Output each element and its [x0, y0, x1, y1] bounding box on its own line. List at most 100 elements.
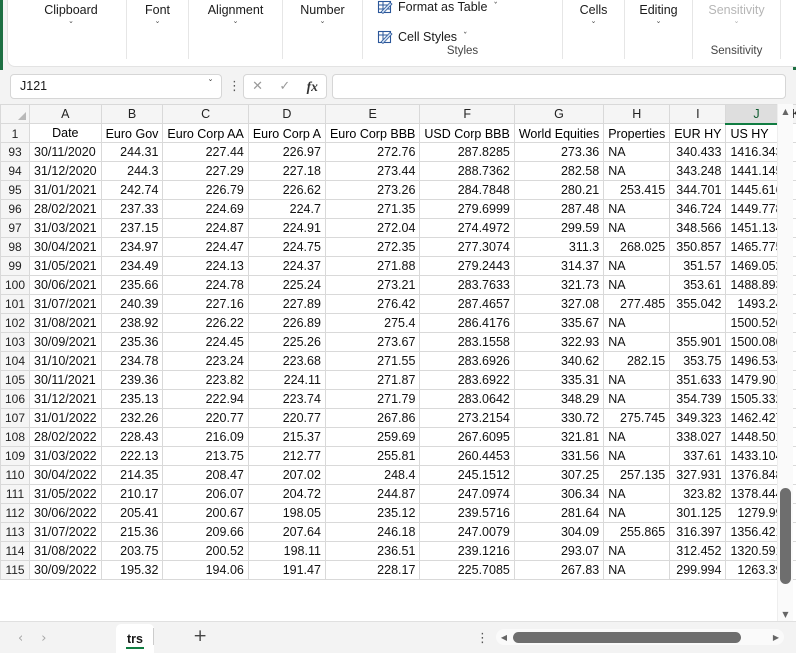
cell[interactable]: 224.37: [247, 256, 326, 276]
cell[interactable]: 226.97: [247, 142, 326, 162]
cell[interactable]: 273.26: [324, 180, 421, 200]
cell[interactable]: 222.94: [162, 389, 249, 409]
cell[interactable]: 220.77: [247, 408, 326, 428]
cell[interactable]: 224.75: [247, 237, 326, 257]
ribbon-group-addins[interactable]: Add-ins Add-ins: [780, 0, 796, 59]
scroll-up-arrow-icon[interactable]: ▲: [778, 104, 793, 119]
cell[interactable]: 350.857: [669, 237, 727, 257]
cell[interactable]: 247.0079: [419, 522, 515, 542]
name-box[interactable]: J121 ˇ: [10, 74, 222, 99]
cell[interactable]: 314.37: [513, 256, 605, 276]
cell[interactable]: 31/07/2021: [29, 294, 102, 314]
row-header-97[interactable]: 97: [0, 218, 31, 238]
cell[interactable]: 31/01/2022: [29, 408, 102, 428]
cell[interactable]: NA: [603, 560, 671, 580]
cell[interactable]: 31/03/2021: [29, 218, 102, 238]
cell[interactable]: 272.76: [324, 142, 421, 162]
cell[interactable]: 287.48: [513, 199, 605, 219]
cell[interactable]: 227.18: [247, 161, 326, 181]
cell[interactable]: 340.433: [669, 142, 727, 162]
cell[interactable]: 200.67: [162, 503, 249, 523]
cell[interactable]: 355.901: [669, 332, 727, 352]
cell[interactable]: 30/09/2022: [29, 560, 102, 580]
cell[interactable]: NA: [603, 142, 671, 162]
row-header-95[interactable]: 95: [0, 180, 31, 200]
cell[interactable]: 288.7362: [419, 161, 515, 181]
cell[interactable]: 200.52: [162, 541, 249, 561]
cell[interactable]: NA: [603, 161, 671, 181]
cell[interactable]: 353.75: [669, 351, 727, 371]
cell[interactable]: 299.994: [669, 560, 727, 580]
cell[interactable]: 330.72: [513, 408, 605, 428]
cell[interactable]: 280.21: [513, 180, 605, 200]
row-header-102[interactable]: 102: [0, 313, 31, 333]
cell[interactable]: 224.91: [247, 218, 326, 238]
cell[interactable]: 255.865: [603, 522, 671, 542]
cell[interactable]: NA: [603, 427, 671, 447]
cell[interactable]: 226.79: [162, 180, 249, 200]
cell[interactable]: 279.6999: [419, 199, 515, 219]
cell[interactable]: 215.37: [247, 427, 326, 447]
scroll-right-arrow-icon[interactable]: ▶: [768, 629, 784, 645]
cell[interactable]: 312.452: [669, 541, 727, 561]
cell[interactable]: 30/06/2021: [29, 275, 102, 295]
horizontal-scroll-thumb[interactable]: [513, 632, 741, 643]
cell[interactable]: 28/02/2022: [29, 427, 102, 447]
cell[interactable]: 213.75: [162, 446, 249, 466]
cell[interactable]: 277.3074: [419, 237, 515, 257]
cell[interactable]: 322.93: [513, 332, 605, 352]
row-header-108[interactable]: 108: [0, 427, 31, 447]
cell[interactable]: 282.15: [603, 351, 671, 371]
cell[interactable]: 272.35: [324, 237, 421, 257]
cell[interactable]: 31/10/2021: [29, 351, 102, 371]
cell[interactable]: 31/05/2021: [29, 256, 102, 276]
cell[interactable]: 299.59: [513, 218, 605, 238]
cell[interactable]: 31/07/2022: [29, 522, 102, 542]
cell[interactable]: 226.62: [247, 180, 326, 200]
row-header-98[interactable]: 98: [0, 237, 31, 257]
cell[interactable]: 257.135: [603, 465, 671, 485]
cell[interactable]: 267.6095: [419, 427, 515, 447]
cell[interactable]: 272.04: [324, 218, 421, 238]
row-header-93[interactable]: 93: [0, 142, 31, 162]
row-header-112[interactable]: 112: [0, 503, 31, 523]
cell[interactable]: 239.5716: [419, 503, 515, 523]
cell[interactable]: 226.22: [162, 313, 249, 333]
cell[interactable]: 321.73: [513, 275, 605, 295]
cell[interactable]: 259.69: [324, 427, 421, 447]
spreadsheet-grid[interactable]: ABCDEFGHIJK 1DateEuro GovEuro Corp AAEur…: [0, 104, 796, 622]
cell[interactable]: 304.09: [513, 522, 605, 542]
cell[interactable]: 214.35: [100, 465, 164, 485]
cell[interactable]: 306.34: [513, 484, 605, 504]
cell[interactable]: 228.17: [324, 560, 421, 580]
cell[interactable]: 321.81: [513, 427, 605, 447]
cell[interactable]: 237.33: [100, 199, 164, 219]
cell[interactable]: 338.027: [669, 427, 727, 447]
cell[interactable]: 343.248: [669, 161, 727, 181]
select-all-corner[interactable]: [0, 104, 31, 124]
cell[interactable]: NA: [603, 370, 671, 390]
cell[interactable]: 31/12/2020: [29, 161, 102, 181]
column-title-cell[interactable]: World Equities: [513, 123, 605, 143]
cell[interactable]: NA: [603, 484, 671, 504]
cell[interactable]: NA: [603, 446, 671, 466]
cell[interactable]: 206.07: [162, 484, 249, 504]
cell-styles-button[interactable]: Cell Styles ˇ: [377, 29, 468, 45]
cell[interactable]: 223.24: [162, 351, 249, 371]
cell[interactable]: 195.32: [100, 560, 164, 580]
cell[interactable]: 267.83: [513, 560, 605, 580]
cell[interactable]: 228.43: [100, 427, 164, 447]
cell[interactable]: 245.1512: [419, 465, 515, 485]
cell[interactable]: 273.21: [324, 275, 421, 295]
cell[interactable]: 240.39: [100, 294, 164, 314]
column-header-e[interactable]: E: [324, 104, 421, 124]
cell[interactable]: 223.82: [162, 370, 249, 390]
confirm-check-icon[interactable]: ✓: [279, 79, 290, 94]
row-header-101[interactable]: 101: [0, 294, 31, 314]
ribbon-group-alignment[interactable]: Alignment ˇ: [188, 0, 282, 59]
column-header-d[interactable]: D: [247, 104, 326, 124]
cell[interactable]: 30/11/2020: [29, 142, 102, 162]
cell[interactable]: 205.41: [100, 503, 164, 523]
cell[interactable]: 224.7: [247, 199, 326, 219]
cell[interactable]: 273.36: [513, 142, 605, 162]
